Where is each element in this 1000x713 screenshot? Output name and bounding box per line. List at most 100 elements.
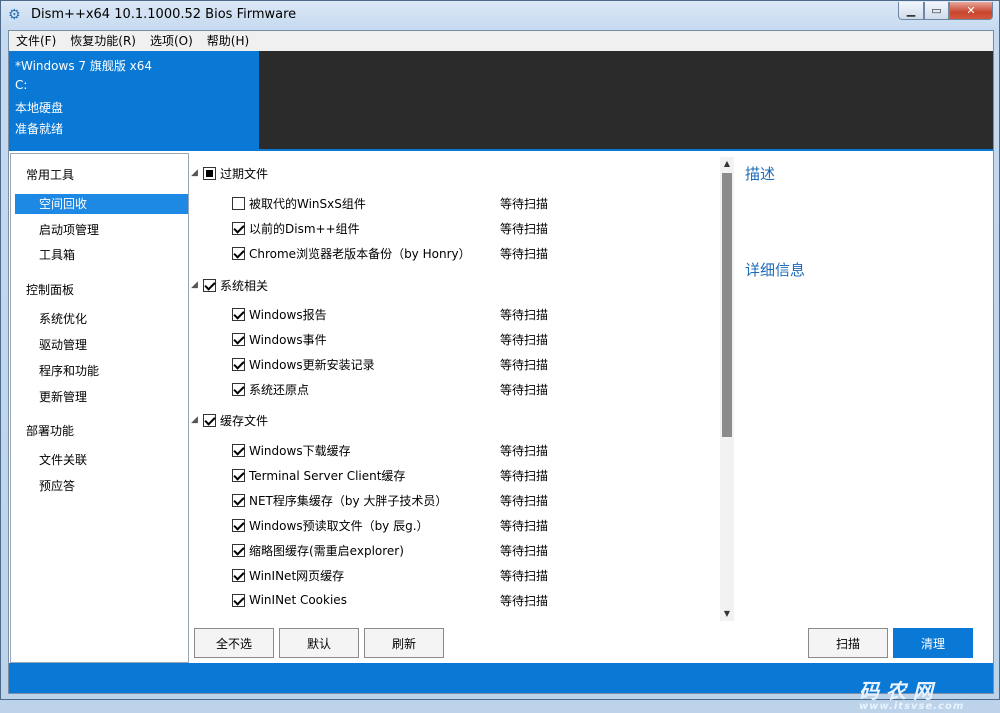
item-status: 等待扫描 [500,246,549,261]
item-status: 等待扫描 [500,221,549,236]
item-checkbox[interactable] [232,196,245,210]
os-name: *Windows 7 旗舰版 x64 [15,59,153,73]
item-label: 缩略图缓存(需重启explorer) [249,543,404,558]
item-checkbox[interactable] [232,493,245,507]
session-info-panel[interactable]: *Windows 7 旗舰版 x64 C: 本地硬盘 准备就绪 [9,51,259,149]
item-label: WinINet网页缓存 [249,568,345,583]
item-checkbox[interactable] [232,518,245,532]
list-item[interactable]: Windows下载缓存 等待扫描 [232,440,712,460]
item-label: Chrome浏览器老版本备份（by Honry） [249,246,471,261]
item-status: 等待扫描 [500,332,549,347]
item-checkbox[interactable] [232,543,245,557]
item-status: 等待扫描 [500,543,549,558]
list-item[interactable]: Windows预读取文件（by 辰g.） 等待扫描 [232,515,712,535]
list-item[interactable]: 系统还原点 等待扫描 [232,379,712,399]
sidebar-item-programs[interactable]: 程序和功能 [15,361,188,381]
item-label: WinINet Cookies [249,593,347,607]
scroll-up-arrow-icon[interactable]: ▲ [720,157,734,171]
sidebar-item-system-optimize[interactable]: 系统优化 [15,309,188,329]
menu-restore[interactable]: 恢复功能(R) [63,31,143,51]
close-button[interactable]: ✕ [949,2,993,20]
list-item[interactable]: Terminal Server Client缓存 等待扫描 [232,465,712,485]
item-checkbox[interactable] [232,221,245,235]
scan-button[interactable]: 扫描 [808,628,888,658]
client-area: 文件(F) 恢复功能(R) 选项(O) 帮助(H) *Windows 7 旗舰版… [8,30,994,712]
menu-file[interactable]: 文件(F) [9,31,63,51]
sidebar-item-toolbox[interactable]: 工具箱 [15,245,188,265]
category-checkbox[interactable] [203,166,216,180]
collapse-triangle-icon[interactable]: ◢ [191,168,203,178]
list-item[interactable]: Windows报告 等待扫描 [232,304,712,324]
list-item[interactable]: 被取代的WinSxS组件 等待扫描 [232,193,712,213]
item-label: 被取代的WinSxS组件 [249,196,366,211]
watermark-title: 码 农 网 [859,679,933,703]
menu-options[interactable]: 选项(O) [143,31,200,51]
item-status: 等待扫描 [500,357,549,372]
cleanup-list: ◢ 过期文件 被取代的WinSxS组件 等待扫描 以前的Dism++组件 等待扫… [189,153,735,621]
sidebar-item-file-association[interactable]: 文件关联 [15,450,188,470]
list-scrollbar[interactable]: ▲ ▼ [720,157,734,621]
category-cache[interactable]: ◢ 缓存文件 [191,410,268,430]
window-title: Dism++x64 10.1.1000.52 Bios Firmware [31,7,297,22]
sidebar-group-common-tools: 常用工具 [26,168,75,182]
list-item[interactable]: WinINet网页缓存 等待扫描 [232,565,712,585]
default-button[interactable]: 默认 [279,628,359,658]
category-checkbox[interactable] [203,413,216,427]
item-checkbox[interactable] [232,357,245,371]
item-label: NET程序集缓存（by 大胖子技术员） [249,493,448,508]
category-system[interactable]: ◢ 系统相关 [191,275,268,295]
minimize-button[interactable]: ▁ [898,2,924,20]
sidebar: 常用工具 空间回收 启动项管理 工具箱 控制面板 系统优化 驱动管理 程序和功能… [10,153,189,663]
item-checkbox[interactable] [232,246,245,260]
item-checkbox[interactable] [232,443,245,457]
list-item[interactable]: NET程序集缓存（by 大胖子技术员） 等待扫描 [232,490,712,510]
window-controls: ▁ ▭ ✕ [898,2,993,20]
item-label: Windows更新安装记录 [249,357,375,372]
item-checkbox[interactable] [232,468,245,482]
sidebar-item-answer-file[interactable]: 预应答 [15,476,188,496]
title-bar[interactable]: ⚙ Dism++x64 10.1.1000.52 Bios Firmware ▁… [1,1,999,29]
scroll-down-arrow-icon[interactable]: ▼ [720,607,734,621]
scroll-thumb[interactable] [722,173,732,437]
item-label: 系统还原点 [249,382,310,397]
item-checkbox[interactable] [232,307,245,321]
list-item[interactable]: WinINet Cookies 等待扫描 [232,590,712,610]
status-bar [9,663,993,693]
item-checkbox[interactable] [232,382,245,396]
item-label: Windows预读取文件（by 辰g.） [249,518,429,533]
disk-type: 本地硬盘 [15,101,64,115]
sidebar-item-update-manager[interactable]: 更新管理 [15,387,188,407]
category-label: 系统相关 [220,278,269,293]
divider [9,149,993,151]
list-item[interactable]: 以前的Dism++组件 等待扫描 [232,218,712,238]
sidebar-item-startup-manager[interactable]: 启动项管理 [15,220,188,240]
watermark-url: www.itsvse.com [859,701,965,712]
item-checkbox[interactable] [232,568,245,582]
description-heading: 描述 [745,165,776,183]
sidebar-item-space-reclaim[interactable]: 空间回收 [15,194,188,214]
list-item[interactable]: Windows更新安装记录 等待扫描 [232,354,712,374]
collapse-triangle-icon[interactable]: ◢ [191,280,203,290]
category-label: 过期文件 [220,166,269,181]
refresh-button[interactable]: 刷新 [364,628,444,658]
app-window: ⚙ Dism++x64 10.1.1000.52 Bios Firmware ▁… [0,0,1000,712]
category-expired-files[interactable]: ◢ 过期文件 [191,163,268,183]
item-status: 等待扫描 [500,593,549,608]
list-item[interactable]: Chrome浏览器老版本备份（by Honry） 等待扫描 [232,243,712,263]
menu-help[interactable]: 帮助(H) [200,31,256,51]
item-checkbox[interactable] [232,332,245,346]
sidebar-group-control-panel: 控制面板 [26,283,75,297]
category-label: 缓存文件 [220,413,269,428]
maximize-button[interactable]: ▭ [924,2,949,20]
category-checkbox[interactable] [203,278,216,292]
collapse-triangle-icon[interactable]: ◢ [191,415,203,425]
item-status: 等待扫描 [500,493,549,508]
list-item[interactable]: 缩略图缓存(需重启explorer) 等待扫描 [232,540,712,560]
list-item[interactable]: Windows事件 等待扫描 [232,329,712,349]
select-none-button[interactable]: 全不选 [194,628,274,658]
clean-button[interactable]: 清理 [893,628,973,658]
sidebar-item-driver-manager[interactable]: 驱动管理 [15,335,188,355]
item-checkbox[interactable] [232,593,245,607]
item-status: 等待扫描 [500,568,549,583]
minimize-icon: ▁ [906,4,916,17]
